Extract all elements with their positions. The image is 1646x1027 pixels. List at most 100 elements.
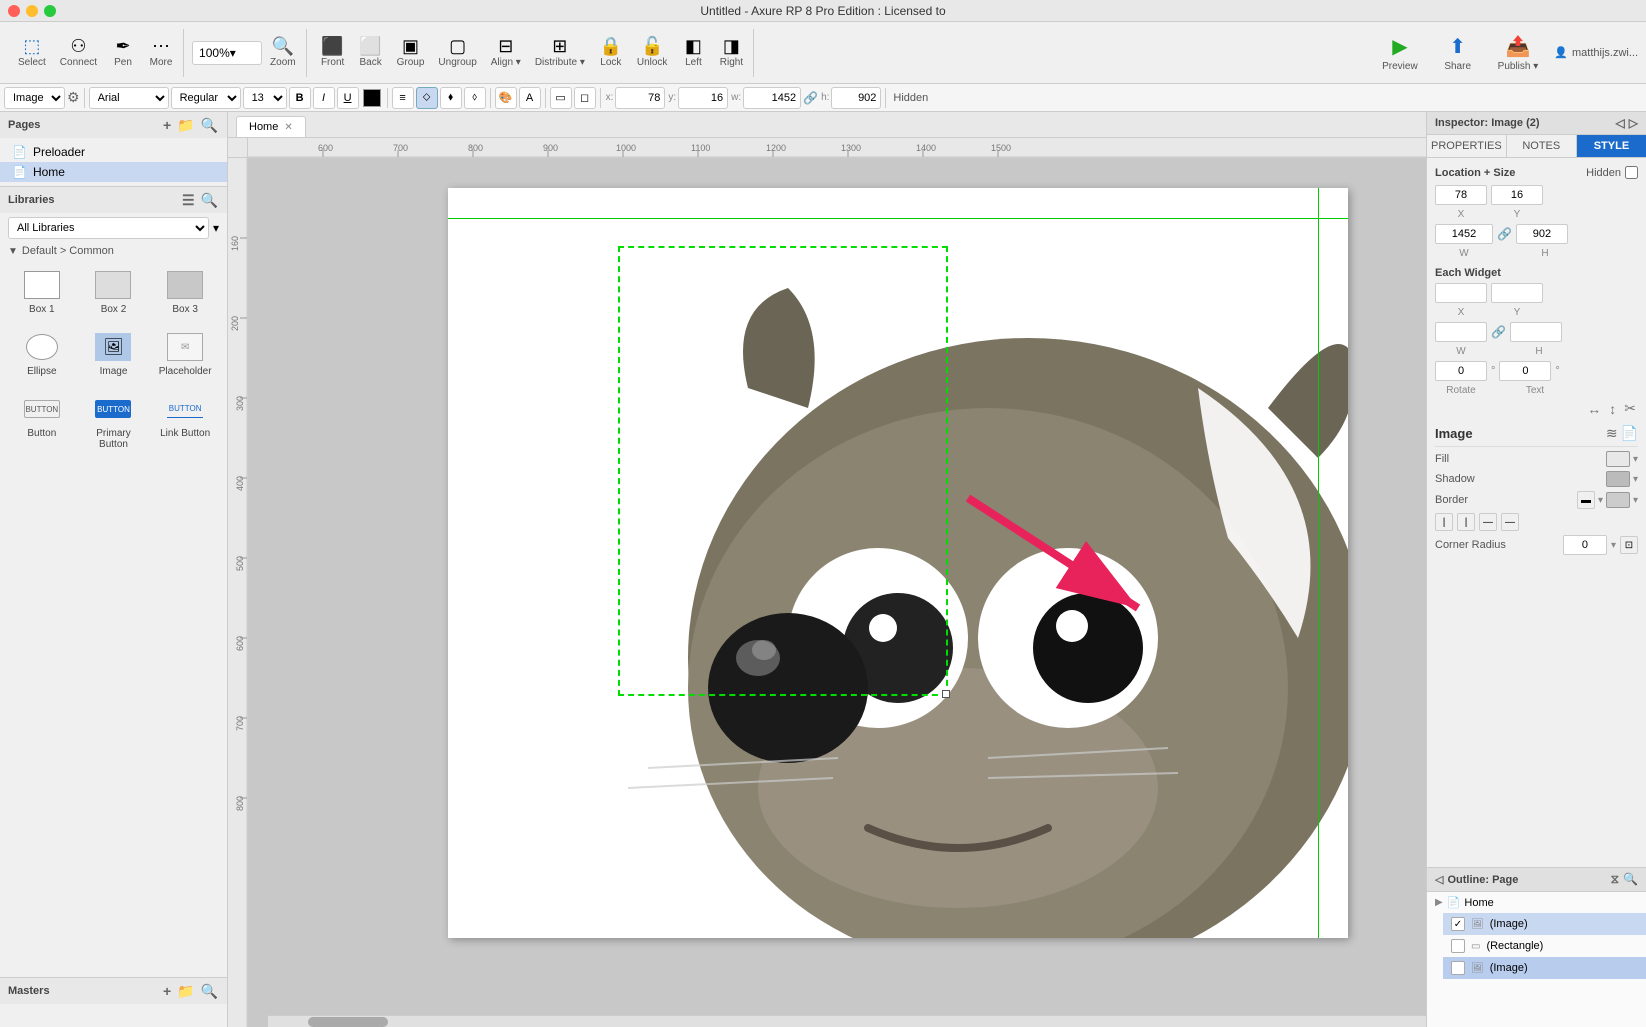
each-constrain-icon[interactable]: 🔗	[1491, 325, 1506, 339]
select-tool[interactable]: ⬚ Select	[12, 33, 52, 72]
pages-search-icon[interactable]: 🔍	[200, 116, 219, 135]
font-style-select[interactable]: Regular	[171, 87, 241, 109]
connect-tool[interactable]: ⚇ Connect	[54, 33, 103, 72]
x-coord-input[interactable]	[615, 87, 665, 109]
tab-properties[interactable]: PROPERTIES	[1427, 135, 1507, 157]
right-button[interactable]: ◨ Right	[713, 33, 749, 72]
constrain-prop-icon[interactable]: 🔗	[1497, 227, 1512, 241]
border-left-btn[interactable]: |	[1435, 513, 1453, 531]
underline-button[interactable]: U	[337, 87, 359, 109]
outline-collapse-icon[interactable]: ◁	[1435, 873, 1443, 886]
each-w-input[interactable]	[1435, 322, 1487, 342]
widget-image[interactable]: 🖼 Image	[80, 325, 148, 383]
back-button[interactable]: ⬜ Back	[353, 33, 389, 72]
page-item-preloader[interactable]: 📄 Preloader	[0, 142, 227, 162]
each-h-input[interactable]	[1510, 322, 1562, 342]
outline-item-image1[interactable]: ✓ 🖼 (Image)	[1443, 913, 1646, 935]
outline-search-icon[interactable]: 🔍	[1623, 872, 1638, 887]
pages-add-icon[interactable]: +	[162, 116, 172, 134]
list-style-button[interactable]: ≡	[392, 87, 414, 109]
h-coord-input[interactable]	[831, 87, 881, 109]
each-x-input[interactable]	[1435, 283, 1487, 303]
left-button[interactable]: ◧ Left	[675, 33, 711, 72]
corner-radius-input[interactable]	[1563, 535, 1607, 555]
widget-type-select[interactable]: Image	[4, 87, 65, 109]
front-button[interactable]: ⬛ Front	[315, 33, 351, 72]
shadow-button[interactable]: ◻	[574, 87, 596, 109]
fill-dropdown-icon[interactable]: ▾	[1633, 454, 1638, 465]
border-style-button[interactable]: ▭	[550, 87, 572, 109]
flip-v-icon[interactable]: ↕	[1609, 401, 1616, 417]
publish-button[interactable]: 📤 Publish ▾	[1490, 30, 1547, 76]
align-center-button[interactable]: ⬧	[440, 87, 462, 109]
share-button[interactable]: ⬆ Share	[1434, 30, 1482, 76]
align-button[interactable]: ⊟ Align ▾	[485, 33, 527, 72]
fill-color-button[interactable]: 🎨	[495, 87, 517, 109]
pen-tool[interactable]: ✒ Pen	[105, 33, 141, 72]
tab-home[interactable]: Home ✕	[236, 116, 306, 137]
widget-ellipse[interactable]: Ellipse	[8, 325, 76, 383]
fill-swatch[interactable]	[1606, 451, 1630, 467]
border-color-dropdown[interactable]: ▾	[1633, 495, 1638, 506]
close-button[interactable]	[8, 5, 20, 17]
w-coord-input[interactable]	[743, 87, 801, 109]
widget-primary-button[interactable]: BUTTON Primary Button	[80, 387, 148, 456]
outline-item-image2[interactable]: 🖼 (Image)	[1443, 957, 1646, 979]
w-size-input[interactable]	[1435, 224, 1493, 244]
inspector-expand-icon[interactable]: ▷	[1629, 116, 1638, 130]
border-color-swatch[interactable]	[1606, 492, 1630, 508]
rotate-input[interactable]	[1435, 361, 1487, 381]
horizontal-scrollbar[interactable]	[268, 1015, 1426, 1027]
group-button[interactable]: ▣ Group	[391, 33, 431, 72]
corner-style-dropdown[interactable]: ▾	[1611, 540, 1616, 551]
text-color-button[interactable]: A	[519, 87, 541, 109]
outline-item-rectangle[interactable]: ▭ (Rectangle)	[1443, 935, 1646, 957]
library-select[interactable]: All Libraries	[8, 217, 209, 239]
scrollbar-thumb[interactable]	[308, 1017, 388, 1027]
border-top-btn[interactable]: —	[1479, 513, 1497, 531]
outline-filter-icon[interactable]: ⧖	[1611, 872, 1619, 887]
hidden-checkbox[interactable]	[1625, 166, 1638, 179]
corner-individual-btn[interactable]: ⊡	[1620, 536, 1638, 554]
y-coord-input[interactable]	[678, 87, 728, 109]
widget-placeholder[interactable]: ✉ Placeholder	[151, 325, 219, 383]
unlock-button[interactable]: 🔓 Unlock	[631, 33, 674, 72]
zoom-input[interactable]: 100%▾	[192, 41, 262, 65]
shadow-swatch[interactable]	[1606, 471, 1630, 487]
crop-icon[interactable]: ✂	[1624, 400, 1636, 417]
page-item-home[interactable]: 📄 Home	[0, 162, 227, 182]
image-file-icon[interactable]: 📄	[1621, 425, 1638, 442]
minimize-button[interactable]	[26, 5, 38, 17]
italic-button[interactable]: I	[313, 87, 335, 109]
font-size-select[interactable]: 13	[243, 87, 287, 109]
inspector-collapse-icon[interactable]: ◁	[1616, 116, 1625, 130]
masters-search-icon[interactable]: 🔍	[200, 982, 219, 1001]
canvas-content[interactable]	[248, 158, 1426, 1027]
tab-close-icon[interactable]: ✕	[284, 122, 292, 133]
lock-button[interactable]: 🔒 Lock	[593, 33, 629, 72]
tab-style[interactable]: STYLE	[1577, 135, 1646, 157]
canvas-container[interactable]: 600 700 800 900 1000 1100 1200 1300	[228, 138, 1426, 1027]
widget-box2[interactable]: Box 2	[80, 263, 148, 321]
more-tool[interactable]: ⋯ More	[143, 33, 179, 72]
y-position-input[interactable]	[1491, 185, 1543, 205]
h-size-input[interactable]	[1516, 224, 1568, 244]
border-style-btn[interactable]: ▬	[1577, 491, 1595, 509]
ungroup-button[interactable]: ▢ Ungroup	[432, 33, 482, 72]
align-right-button[interactable]: ⬨	[464, 87, 486, 109]
maximize-button[interactable]	[44, 5, 56, 17]
text-input[interactable]	[1499, 361, 1551, 381]
font-color-swatch[interactable]	[363, 89, 381, 107]
widget-button[interactable]: BUTTON Button	[8, 387, 76, 456]
font-family-select[interactable]: Arial	[89, 87, 169, 109]
shadow-dropdown-icon[interactable]: ▾	[1633, 474, 1638, 485]
masters-add-icon[interactable]: +	[162, 982, 172, 1000]
widget-box3[interactable]: Box 3	[151, 263, 219, 321]
libraries-search-icon[interactable]: 🔍	[200, 191, 219, 210]
flip-h-icon[interactable]: ↔	[1587, 401, 1601, 417]
pages-folder-icon[interactable]: 📁	[176, 116, 195, 135]
border-bottom-btn[interactable]: —	[1501, 513, 1519, 531]
each-y-input[interactable]	[1491, 283, 1543, 303]
widget-link-button[interactable]: BUTTON Link Button	[151, 387, 219, 456]
widget-box1[interactable]: Box 1	[8, 263, 76, 321]
